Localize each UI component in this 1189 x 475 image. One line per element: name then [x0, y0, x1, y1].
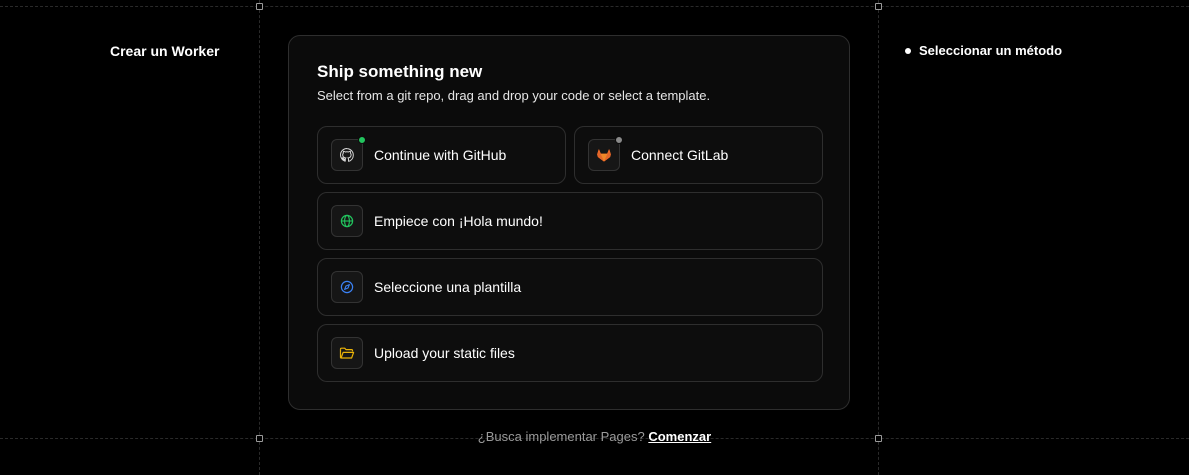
upload-static-files-button[interactable]: Upload your static files: [317, 324, 823, 382]
connect-gitlab-button[interactable]: Connect GitLab: [574, 126, 823, 184]
continue-with-github-button[interactable]: Continue with GitHub: [317, 126, 566, 184]
github-icon-box: [331, 136, 366, 171]
gitlab-disconnected-status-icon: [615, 136, 623, 144]
upload-option-label: Upload your static files: [374, 345, 515, 361]
guide-line-right: [878, 0, 879, 475]
card-title: Ship something new: [317, 62, 483, 81]
folder-icon-box: [331, 337, 363, 369]
github-connected-status-icon: [358, 136, 366, 144]
step-bullet-icon: [905, 47, 911, 54]
pages-question-text: ¿Busca implementar Pages?: [477, 429, 645, 444]
method-card: Ship something new Select from a git rep…: [288, 35, 850, 410]
folder-icon: [339, 347, 355, 359]
globe-icon: [340, 214, 354, 228]
compass-icon: [340, 280, 354, 294]
hello-world-button[interactable]: Empiece con ¡Hola mundo!: [317, 192, 823, 250]
select-template-button[interactable]: Seleccione una plantilla: [317, 258, 823, 316]
compass-icon-box: [331, 271, 363, 303]
get-started-link[interactable]: Comenzar: [648, 429, 711, 444]
gitlab-icon-box: [588, 136, 623, 171]
github-icon: [339, 148, 354, 162]
gitlab-icon: [597, 149, 611, 162]
gitlab-option-label: Connect GitLab: [631, 147, 729, 163]
step-label: Seleccionar un método: [919, 43, 1063, 58]
corner-handle-top-right: [875, 3, 882, 10]
step-indicator: Seleccionar un método: [905, 43, 1062, 58]
template-option-label: Seleccione una plantilla: [374, 279, 522, 295]
page-title: Crear un Worker: [110, 43, 220, 59]
globe-icon-box: [331, 205, 363, 237]
pages-footer: ¿Busca implementar Pages? Comenzar: [0, 429, 1189, 444]
create-worker-page: Crear un Worker Seleccionar un método Sh…: [0, 0, 1189, 475]
hello-world-option-label: Empiece con ¡Hola mundo!: [374, 213, 543, 229]
github-option-label: Continue with GitHub: [374, 147, 507, 163]
corner-handle-top-left: [256, 3, 263, 10]
card-subtitle: Select from a git repo, drag and drop yo…: [317, 88, 711, 103]
guide-line-left: [259, 0, 260, 475]
guide-line-top: [0, 6, 1189, 7]
